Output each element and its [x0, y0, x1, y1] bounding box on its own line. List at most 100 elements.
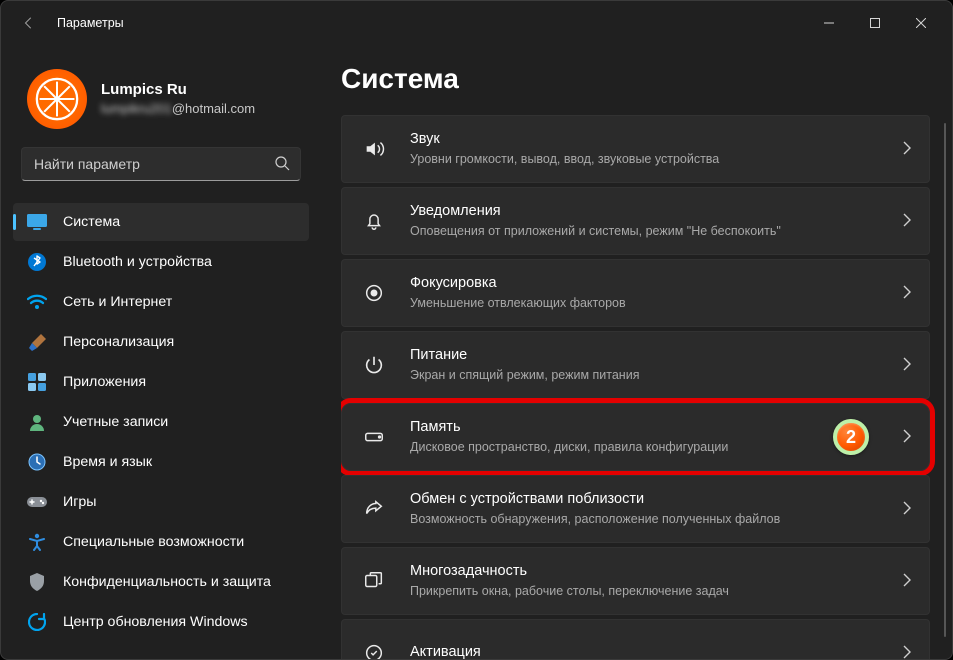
wifi-icon — [27, 292, 47, 312]
card-title: Многозадачность — [410, 561, 891, 582]
close-button[interactable] — [898, 7, 944, 39]
sidebar-item-label: Приложения — [63, 374, 146, 390]
settings-card-storage[interactable]: ПамятьДисковое пространство, диски, прав… — [341, 403, 930, 471]
search-box[interactable] — [21, 147, 301, 181]
sidebar-item-game[interactable]: Игры — [13, 483, 309, 521]
sidebar-item-wifi[interactable]: Сеть и Интернет — [13, 283, 309, 321]
minimize-button[interactable] — [806, 7, 852, 39]
search-wrap — [9, 143, 313, 195]
sidebar-item-display[interactable]: Система — [13, 203, 309, 241]
step-badge: 2 — [833, 419, 869, 455]
back-button[interactable] — [15, 9, 43, 37]
settings-card-share[interactable]: Обмен с устройствами поблизостиВозможнос… — [341, 475, 930, 543]
card-desc: Уменьшение отвлекающих факторов — [410, 294, 891, 312]
card-desc: Экран и спящий режим, режим питания — [410, 366, 891, 384]
nav: Система Bluetooth и устройства Сеть и Инте… — [9, 203, 313, 651]
card-desc: Уровни громкости, вывод, ввод, звуковые … — [410, 150, 891, 168]
scrollbar[interactable] — [944, 123, 946, 637]
chevron-right-icon — [903, 285, 911, 302]
body: Lumpics Ru lumpikru201@hotmail.com Систе… — [1, 45, 952, 659]
minimize-icon — [824, 18, 834, 28]
chevron-right-icon — [903, 357, 911, 374]
sidebar-item-bluetooth[interactable]: Bluetooth и устройства — [13, 243, 309, 281]
share-icon — [360, 495, 388, 523]
clock-icon — [27, 452, 47, 472]
window-title: Параметры — [57, 16, 124, 30]
card-title: Звук — [410, 129, 891, 150]
avatar-orange-icon — [35, 77, 79, 121]
settings-window: Параметры — [0, 0, 953, 660]
sidebar-item-label: Учетные записи — [63, 414, 168, 430]
person-icon — [27, 412, 47, 432]
profile-text: Lumpics Ru lumpikru201@hotmail.com — [101, 80, 255, 118]
brush-icon — [27, 332, 47, 352]
sidebar-item-label: Система — [63, 214, 120, 230]
card-desc: Оповещения от приложений и системы, режи… — [410, 222, 891, 240]
card-text: ЗвукУровни громкости, вывод, ввод, звуко… — [410, 129, 891, 168]
chevron-right-icon — [903, 645, 911, 660]
settings-card-activation[interactable]: Активация — [341, 619, 930, 659]
settings-card-power[interactable]: ПитаниеЭкран и спящий режим, режим питан… — [341, 331, 930, 399]
bluetooth-icon — [27, 252, 47, 272]
chevron-right-icon — [903, 141, 911, 158]
sidebar-item-label: Персонализация — [63, 334, 174, 350]
sidebar-item-grid[interactable]: Приложения — [13, 363, 309, 401]
card-text: ПамятьДисковое пространство, диски, прав… — [410, 417, 833, 456]
bell-icon — [360, 207, 388, 235]
card-desc: Возможность обнаружения, расположение по… — [410, 510, 891, 528]
card-title: Обмен с устройствами поблизости — [410, 489, 891, 510]
game-icon — [27, 492, 47, 512]
sidebar-item-label: Конфиденциальность и защита — [63, 574, 271, 590]
search-icon — [274, 155, 290, 174]
focus-icon — [360, 279, 388, 307]
arrow-left-icon — [22, 16, 36, 30]
search-input[interactable] — [34, 156, 274, 172]
card-text: УведомленияОповещения от приложений и си… — [410, 201, 891, 240]
sidebar-item-label: Центр обновления Windows — [63, 614, 248, 630]
sidebar-item-shield[interactable]: Конфиденциальность и защита — [13, 563, 309, 601]
power-icon — [360, 351, 388, 379]
settings-card-focus[interactable]: ФокусировкаУменьшение отвлекающих фактор… — [341, 259, 930, 327]
titlebar: Параметры — [1, 1, 952, 45]
page-title: Система — [341, 63, 952, 95]
settings-card-bell[interactable]: УведомленияОповещения от приложений и си… — [341, 187, 930, 255]
grid-icon — [27, 372, 47, 392]
sidebar-item-label: Специальные возможности — [63, 534, 244, 550]
avatar — [27, 69, 87, 129]
chevron-right-icon — [903, 501, 911, 518]
settings-card-sound[interactable]: ЗвукУровни громкости, вывод, ввод, звуко… — [341, 115, 930, 183]
activation-icon — [360, 639, 388, 659]
main: Система ЗвукУровни громкости, вывод, вво… — [321, 45, 952, 659]
card-desc: Прикрепить окна, рабочие столы, переключ… — [410, 582, 891, 600]
profile-block[interactable]: Lumpics Ru lumpikru201@hotmail.com — [9, 63, 313, 143]
sidebar: Lumpics Ru lumpikru201@hotmail.com Систе… — [1, 45, 321, 659]
sidebar-item-label: Bluetooth и устройства — [63, 254, 212, 270]
sidebar-item-clock[interactable]: Время и язык — [13, 443, 309, 481]
update-icon — [27, 612, 47, 632]
chevron-right-icon — [903, 213, 911, 230]
settings-card-multitask[interactable]: МногозадачностьПрикрепить окна, рабочие … — [341, 547, 930, 615]
maximize-button[interactable] — [852, 7, 898, 39]
profile-name: Lumpics Ru — [101, 80, 255, 100]
window-controls — [806, 7, 944, 39]
shield-icon — [27, 572, 47, 592]
sidebar-item-update[interactable]: Центр обновления Windows — [13, 603, 309, 641]
card-text: Активация — [410, 642, 891, 659]
chevron-right-icon — [903, 573, 911, 590]
storage-icon — [360, 423, 388, 451]
sidebar-item-brush[interactable]: Персонализация — [13, 323, 309, 361]
card-title: Фокусировка — [410, 273, 891, 294]
sidebar-item-person[interactable]: Учетные записи — [13, 403, 309, 441]
card-text: МногозадачностьПрикрепить окна, рабочие … — [410, 561, 891, 600]
settings-card-list: ЗвукУровни громкости, вывод, ввод, звуко… — [341, 115, 952, 659]
profile-email: lumpikru201@hotmail.com — [101, 100, 255, 118]
card-title: Активация — [410, 642, 891, 659]
sidebar-item-accessibility[interactable]: Специальные возможности — [13, 523, 309, 561]
sound-icon — [360, 135, 388, 163]
sidebar-item-label: Игры — [63, 494, 96, 510]
card-title: Память — [410, 417, 833, 438]
card-desc: Дисковое пространство, диски, правила ко… — [410, 438, 833, 456]
card-title: Питание — [410, 345, 891, 366]
multitask-icon — [360, 567, 388, 595]
accessibility-icon — [27, 532, 47, 552]
